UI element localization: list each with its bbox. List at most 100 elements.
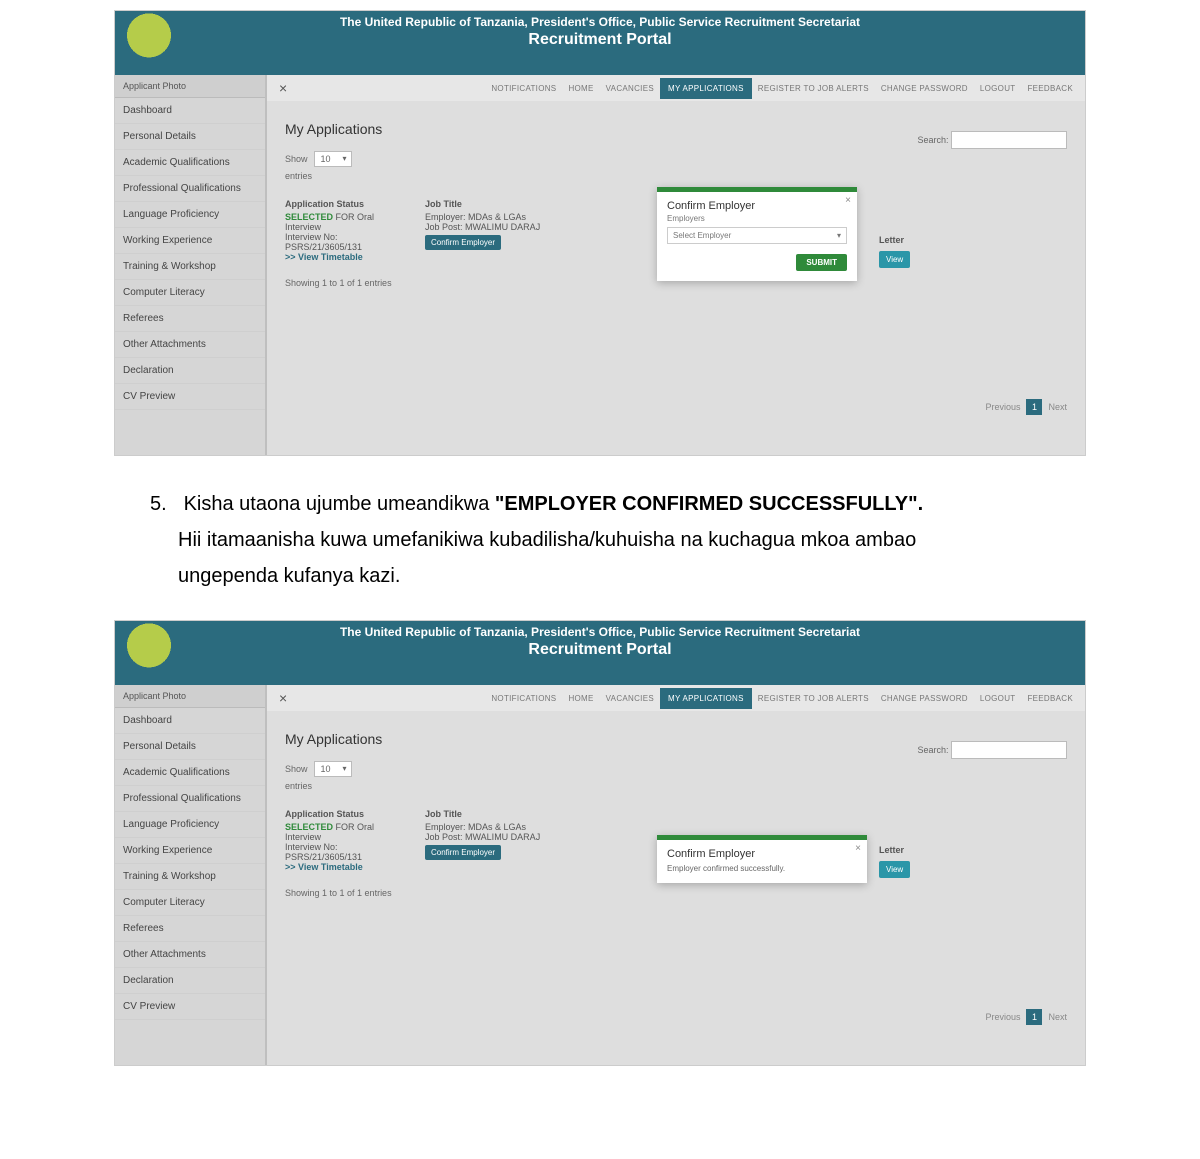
sidebar-item[interactable]: Declaration xyxy=(115,358,265,384)
search-label: Search: xyxy=(917,135,948,145)
col-jobtitle-header[interactable]: Job Title xyxy=(425,809,545,819)
view-timetable-link[interactable]: >> View Timetable xyxy=(285,862,363,872)
show-label: Show xyxy=(285,764,308,774)
sidebar-item[interactable]: Academic Qualifications xyxy=(115,150,265,176)
nav-feedback[interactable]: FEEDBACK xyxy=(1021,694,1079,703)
modal-close-icon[interactable]: × xyxy=(855,843,861,854)
show-entries-select[interactable]: 10 xyxy=(314,151,352,167)
sidebar-item[interactable]: Personal Details xyxy=(115,734,265,760)
main-panel: × NOTIFICATIONS HOME VACANCIES MY APPLIC… xyxy=(267,75,1085,455)
pager-page-1[interactable]: 1 xyxy=(1026,399,1042,415)
nav-change-password[interactable]: CHANGE PASSWORD xyxy=(875,84,974,93)
modal-close-icon[interactable]: × xyxy=(845,195,851,206)
status-selected: SELECTED xyxy=(285,822,333,832)
sidebar-item[interactable]: Academic Qualifications xyxy=(115,760,265,786)
search-input[interactable] xyxy=(951,131,1067,149)
step-line2: Hii itamaanisha kuwa umefanikiwa kubadil… xyxy=(178,522,1050,558)
search-input[interactable] xyxy=(951,741,1067,759)
sidebar-item[interactable]: Language Proficiency xyxy=(115,202,265,228)
confirm-employer-button[interactable]: Confirm Employer xyxy=(425,845,501,860)
interview-no: PSRS/21/3605/131 xyxy=(285,242,362,252)
sidebar-item[interactable]: Professional Qualifications xyxy=(115,176,265,202)
sidebar-item[interactable]: Declaration xyxy=(115,968,265,994)
sidebar-item[interactable]: Other Attachments xyxy=(115,942,265,968)
nav-notifications[interactable]: NOTIFICATIONS xyxy=(485,694,562,703)
interview-no-label: Interview No: xyxy=(285,232,338,242)
nav-my-applications[interactable]: MY APPLICATIONS xyxy=(660,78,752,99)
nav-register-alerts[interactable]: REGISTER TO JOB ALERTS xyxy=(752,84,875,93)
col-status-header[interactable]: Application Status xyxy=(285,199,395,209)
nav-register-alerts[interactable]: REGISTER TO JOB ALERTS xyxy=(752,694,875,703)
sidebar-item[interactable]: Computer Literacy xyxy=(115,280,265,306)
pager-page-1[interactable]: 1 xyxy=(1026,1009,1042,1025)
sidebar-item[interactable]: Training & Workshop xyxy=(115,864,265,890)
nav-vacancies[interactable]: VACANCIES xyxy=(600,84,660,93)
jobpost-line: Job Post: MWALIMU DARAJ xyxy=(425,222,540,232)
nav-vacancies[interactable]: VACANCIES xyxy=(600,694,660,703)
header-line2: Recruitment Portal xyxy=(115,641,1085,659)
sidebar-item[interactable]: Other Attachments xyxy=(115,332,265,358)
instruction-step-5: 5. Kisha utaona ujumbe umeandikwa "EMPLO… xyxy=(150,486,1050,594)
sidebar-item[interactable]: Working Experience xyxy=(115,838,265,864)
pager-next[interactable]: Next xyxy=(1048,1012,1067,1022)
header-bar: The United Republic of Tanzania, Preside… xyxy=(115,621,1085,685)
employer-confirmed-modal: × Confirm Employer Employer confirmed su… xyxy=(657,835,867,883)
modal-title: Confirm Employer xyxy=(657,192,857,212)
confirm-employer-modal: × Confirm Employer Employers Select Empl… xyxy=(657,187,857,281)
search-wrap: Search: xyxy=(917,131,1067,149)
sidebar-item[interactable]: Computer Literacy xyxy=(115,890,265,916)
show-entries-select[interactable]: 10 xyxy=(314,761,352,777)
applicant-photo-label: Applicant Photo xyxy=(115,75,265,98)
sidebar-item[interactable]: CV Preview xyxy=(115,384,265,410)
step-lead: Kisha utaona ujumbe umeandikwa xyxy=(184,493,495,515)
pager-next[interactable]: Next xyxy=(1048,402,1067,412)
col-status-header[interactable]: Application Status xyxy=(285,809,395,819)
view-timetable-link[interactable]: >> View Timetable xyxy=(285,252,363,262)
select-employer-dropdown[interactable]: Select Employer xyxy=(667,227,847,244)
sidebar-item[interactable]: Personal Details xyxy=(115,124,265,150)
search-wrap: Search: xyxy=(917,741,1067,759)
step-bold: "EMPLOYER CONFIRMED SUCCESSFULLY". xyxy=(495,493,923,515)
sidebar-item[interactable]: CV Preview xyxy=(115,994,265,1020)
nav-feedback[interactable]: FEEDBACK xyxy=(1021,84,1079,93)
sidebar-item[interactable]: Professional Qualifications xyxy=(115,786,265,812)
emblem-icon xyxy=(121,623,177,679)
step-line3: ungependa kufanya kazi. xyxy=(178,558,1050,594)
header-line2: Recruitment Portal xyxy=(115,31,1085,49)
col-letter-header[interactable]: Letter xyxy=(879,235,904,245)
sidebar-item[interactable]: Language Proficiency xyxy=(115,812,265,838)
search-label: Search: xyxy=(917,745,948,755)
header-bar: The United Republic of Tanzania, Preside… xyxy=(115,11,1085,75)
nav-logout[interactable]: LOGOUT xyxy=(974,84,1022,93)
top-nav: × NOTIFICATIONS HOME VACANCIES MY APPLIC… xyxy=(267,685,1085,711)
col-jobtitle-header[interactable]: Job Title xyxy=(425,199,545,209)
sidebar-item[interactable]: Dashboard xyxy=(115,708,265,734)
content-area: My Applications Show 10 entries Search: … xyxy=(267,711,1085,922)
view-letter-button[interactable]: View xyxy=(879,251,910,268)
employer-line: Employer: MDAs & LGAs xyxy=(425,822,526,832)
col-letter-header[interactable]: Letter xyxy=(879,845,904,855)
main-panel: × NOTIFICATIONS HOME VACANCIES MY APPLIC… xyxy=(267,685,1085,1065)
close-icon[interactable]: × xyxy=(273,80,293,96)
nav-change-password[interactable]: CHANGE PASSWORD xyxy=(875,694,974,703)
nav-notifications[interactable]: NOTIFICATIONS xyxy=(485,84,562,93)
emblem-icon xyxy=(121,13,177,69)
sidebar-item[interactable]: Referees xyxy=(115,306,265,332)
pager-prev[interactable]: Previous xyxy=(985,1012,1020,1022)
sidebar-item[interactable]: Training & Workshop xyxy=(115,254,265,280)
confirm-employer-button[interactable]: Confirm Employer xyxy=(425,235,501,250)
nav-my-applications[interactable]: MY APPLICATIONS xyxy=(660,688,752,709)
entries-label: entries xyxy=(285,781,1067,791)
close-icon[interactable]: × xyxy=(273,690,293,706)
nav-logout[interactable]: LOGOUT xyxy=(974,694,1022,703)
header-line1: The United Republic of Tanzania, Preside… xyxy=(115,625,1085,639)
pager-prev[interactable]: Previous xyxy=(985,402,1020,412)
sidebar-item[interactable]: Working Experience xyxy=(115,228,265,254)
nav-home[interactable]: HOME xyxy=(562,694,599,703)
screenshot-1: The United Republic of Tanzania, Preside… xyxy=(114,10,1086,456)
nav-home[interactable]: HOME xyxy=(562,84,599,93)
submit-button[interactable]: SUBMIT xyxy=(796,254,847,271)
sidebar-item[interactable]: Dashboard xyxy=(115,98,265,124)
view-letter-button[interactable]: View xyxy=(879,861,910,878)
sidebar-item[interactable]: Referees xyxy=(115,916,265,942)
